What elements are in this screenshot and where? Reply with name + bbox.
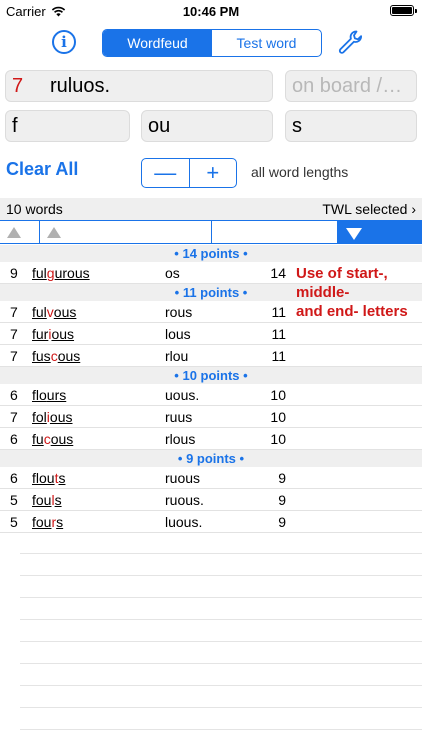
tab-test-word[interactable]: Test word xyxy=(212,30,321,56)
word: fucous xyxy=(32,431,74,447)
word-points: 9 xyxy=(278,470,286,486)
remaining-letters: rlous xyxy=(165,431,196,447)
word-length: 5 xyxy=(10,514,18,530)
length-stepper: — + xyxy=(141,158,237,188)
summary-bar: 10 words TWL selected › xyxy=(0,198,422,220)
remaining-letters: rous xyxy=(165,304,193,320)
note-line: and end- letters xyxy=(296,303,408,320)
word: furious xyxy=(32,326,75,342)
word-points: 11 xyxy=(271,304,286,320)
word-length: 7 xyxy=(10,409,18,425)
clock: 10:46 PM xyxy=(182,4,240,19)
info-icon: i xyxy=(61,33,67,51)
word-length: 7 xyxy=(10,304,18,320)
mode-segmented-control: Wordfeud Test word xyxy=(102,29,322,57)
rack-letters-field[interactable]: 7 ruluos. xyxy=(5,70,273,102)
remaining-letters: lous xyxy=(165,326,191,342)
nav-bar: i Wordfeud Test word xyxy=(0,24,422,64)
clear-all-button[interactable]: Clear All xyxy=(6,159,78,180)
end-letters-field[interactable]: s xyxy=(285,110,417,142)
tab-wordfeud[interactable]: Wordfeud xyxy=(103,30,212,56)
table-row[interactable]: 6 flours uous. 10 xyxy=(0,384,422,406)
letter-count: 7 xyxy=(12,74,24,97)
word: fours xyxy=(32,514,64,530)
word-length: 6 xyxy=(10,431,18,447)
sort-length-column[interactable] xyxy=(0,221,40,243)
word-length: 6 xyxy=(10,387,18,403)
word: fulgurous xyxy=(32,265,90,281)
empty-list-area xyxy=(20,532,422,730)
word-lengths-label: all word lengths xyxy=(251,164,349,180)
points-group-header: • 10 points • xyxy=(0,367,422,384)
word: fuscous xyxy=(32,348,81,364)
end-letters-value: s xyxy=(292,114,302,137)
table-row[interactable]: 7 folious ruus 10 xyxy=(0,406,422,428)
word-length: 6 xyxy=(10,470,18,486)
word-points: 10 xyxy=(270,431,286,447)
middle-letters-value: ou xyxy=(148,114,171,137)
status-bar: Carrier 10:46 PM xyxy=(0,0,422,22)
word-points: 14 xyxy=(270,265,286,281)
table-row[interactable]: 5 fours luous. 9 xyxy=(0,511,422,533)
word-points: 10 xyxy=(270,387,286,403)
points-group-header: • 14 points • xyxy=(0,245,422,262)
table-row[interactable]: 6 fucous rlous 10 xyxy=(0,428,422,450)
remaining-letters: ruous xyxy=(165,470,201,486)
start-letters-field[interactable]: f xyxy=(5,110,130,142)
word: flouts xyxy=(32,470,66,486)
remaining-letters: uous. xyxy=(165,387,200,403)
word: flours xyxy=(32,387,67,403)
word: fulvous xyxy=(32,304,77,320)
dictionary-selector[interactable]: TWL selected › xyxy=(322,201,416,217)
on-board-field[interactable]: on board /… xyxy=(285,70,417,102)
sort-header xyxy=(0,220,422,244)
word: fouls xyxy=(32,492,62,508)
word-length: 5 xyxy=(10,492,18,508)
table-row[interactable]: 7 furious lous 11 xyxy=(0,323,422,345)
remaining-letters: ruous. xyxy=(165,492,204,508)
word-length: 7 xyxy=(10,326,18,342)
minus-button[interactable]: — xyxy=(142,159,189,187)
remaining-letters: os xyxy=(165,265,180,281)
info-button[interactable]: i xyxy=(52,30,76,54)
word: folious xyxy=(32,409,73,425)
remaining-letters: ruus xyxy=(165,409,193,425)
sort-ascending-icon xyxy=(7,227,21,238)
note-line: middle- xyxy=(296,284,350,301)
middle-letters-field[interactable]: ou xyxy=(141,110,273,142)
table-row[interactable]: 5 fouls ruous. 9 xyxy=(0,489,422,511)
on-board-placeholder: on board /… xyxy=(292,74,403,97)
note-line: Use of start-, xyxy=(296,265,388,282)
word-points: 10 xyxy=(270,409,286,425)
battery-icon xyxy=(390,5,417,16)
sort-word-column[interactable] xyxy=(40,221,212,243)
word-points: 11 xyxy=(271,326,286,342)
remaining-letters: rlou xyxy=(165,348,189,364)
word-points: 11 xyxy=(271,348,286,364)
wrench-icon[interactable] xyxy=(336,28,364,56)
table-row[interactable]: 7 fuscous rlou 11 xyxy=(0,345,422,367)
sort-points-column[interactable] xyxy=(338,221,422,243)
start-letters-value: f xyxy=(12,114,18,137)
dictionary-label: TWL selected xyxy=(322,201,408,217)
remaining-letters: luous. xyxy=(165,514,203,530)
sort-ascending-icon xyxy=(47,227,61,238)
chevron-right-icon: › xyxy=(411,201,416,217)
table-row[interactable]: 6 flouts ruous 9 xyxy=(0,467,422,489)
sort-rest-column[interactable] xyxy=(212,221,338,243)
word-length: 9 xyxy=(10,265,18,281)
points-group-header: • 9 points • xyxy=(0,450,422,467)
word-points: 9 xyxy=(278,514,286,530)
word-length: 7 xyxy=(10,348,18,364)
word-points: 9 xyxy=(278,492,286,508)
sort-descending-icon xyxy=(346,228,362,240)
plus-button[interactable]: + xyxy=(188,159,237,187)
feature-note: Use of start-, middle- and end- letters xyxy=(296,264,408,321)
rack-letters-value: ruluos. xyxy=(50,74,111,97)
word-count: 10 words xyxy=(6,201,63,217)
